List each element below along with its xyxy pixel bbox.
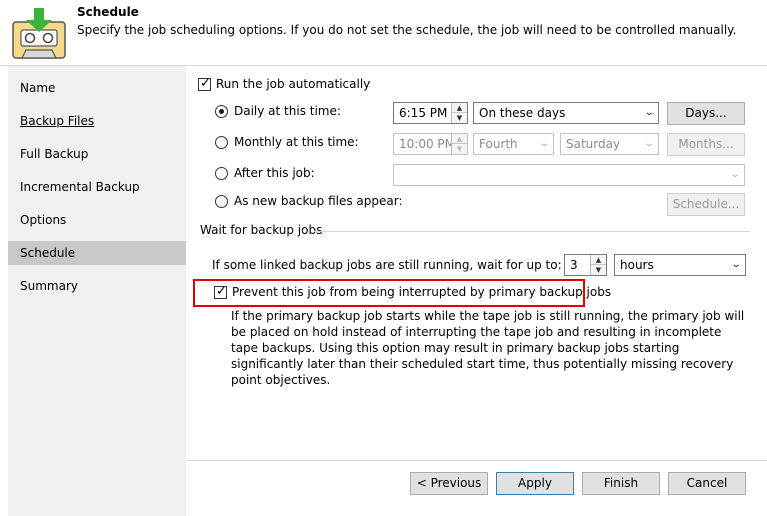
new-files-radio[interactable] [215,195,228,208]
checkmark-icon: ✓ [200,76,211,91]
chevron-down-icon: ⌄ [538,138,550,149]
finish-button[interactable]: Finish [582,472,660,495]
monthly-label: Monthly at this time: [234,135,359,149]
after-job-radio[interactable] [215,167,228,180]
daily-radio[interactable] [215,105,228,118]
monthly-week-value: Fourth [479,137,518,151]
nav-item-full-backup[interactable]: Full Backup [8,142,186,166]
daily-time-value: 6:15 PM [399,106,448,120]
footer-divider [186,460,767,461]
checkmark-icon: ✓ [216,284,227,299]
chevron-down-icon: ⌄ [643,138,655,149]
chevron-down-icon: ⌄ [643,107,655,118]
run-automatically-checkbox[interactable]: ✓ [198,76,211,91]
wizard-steps-sidebar: Name Backup Files Full Backup Incrementa… [8,66,186,516]
chevron-down-icon: ⌄ [729,169,741,180]
wait-value: 3 [570,258,578,272]
schedule-button[interactable]: Schedule... [667,193,745,216]
chevron-down-icon: ⌄ [730,259,742,270]
wizard-header: Schedule Specify the job scheduling opti… [0,0,767,66]
prevent-interruption-note: If the primary backup job starts while t… [231,309,745,387]
section-divider [314,231,750,232]
daily-days-value: On these days [479,106,566,120]
nav-item-incremental-backup[interactable]: Incremental Backup [8,175,186,199]
monthly-day-value: Saturday [566,137,621,151]
daily-label: Daily at this time: [234,104,341,118]
previous-button[interactable]: < Previous [410,472,488,495]
monthly-time-value: 10:00 PM [399,137,455,151]
monthly-time-input[interactable]: 10:00 PM ▲ ▼ [393,133,468,155]
monthly-time-spinner[interactable]: ▲ ▼ [451,134,467,154]
after-job-dropdown[interactable]: ⌄ [393,164,745,186]
after-job-label: After this job: [234,166,315,180]
nav-item-summary[interactable]: Summary [8,274,186,298]
wait-value-spinner[interactable]: ▲ ▼ [590,255,606,275]
monthly-radio[interactable] [215,136,228,149]
page-title: Schedule [77,5,139,19]
monthly-day-dropdown[interactable]: Saturday ⌄ [560,133,659,155]
months-button[interactable]: Months... [667,133,745,156]
cancel-button[interactable]: Cancel [668,472,746,495]
monthly-week-dropdown[interactable]: Fourth ⌄ [473,133,554,155]
run-automatically-label: Run the job automatically [216,77,371,91]
nav-item-backup-files[interactable]: Backup Files [8,109,186,133]
nav-item-schedule[interactable]: Schedule [8,241,186,265]
apply-button[interactable]: Apply [496,472,574,495]
wait-linked-label: If some linked backup jobs are still run… [212,258,562,272]
schedule-panel: ✓ Run the job automatically Daily at thi… [186,66,767,516]
prevent-interruption-label: Prevent this job from being interrupted … [232,285,612,299]
daily-days-dropdown[interactable]: On these days ⌄ [473,102,659,124]
tape-cassette-download-icon [12,8,66,60]
days-button[interactable]: Days... [667,102,745,125]
daily-time-input[interactable]: 6:15 PM ▲ ▼ [393,102,468,124]
wait-value-input[interactable]: 3 ▲ ▼ [564,254,607,276]
new-files-label: As new backup files appear: [234,194,403,208]
nav-item-name[interactable]: Name [8,76,186,100]
wait-section-label: Wait for backup jobs [200,223,323,237]
wait-unit-value: hours [620,258,654,272]
nav-item-options[interactable]: Options [8,208,186,232]
daily-time-spinner[interactable]: ▲ ▼ [451,103,467,123]
prevent-interruption-checkbox[interactable]: ✓ [214,284,227,299]
page-description: Specify the job scheduling options. If y… [77,23,737,37]
wait-unit-dropdown[interactable]: hours ⌄ [614,254,746,276]
